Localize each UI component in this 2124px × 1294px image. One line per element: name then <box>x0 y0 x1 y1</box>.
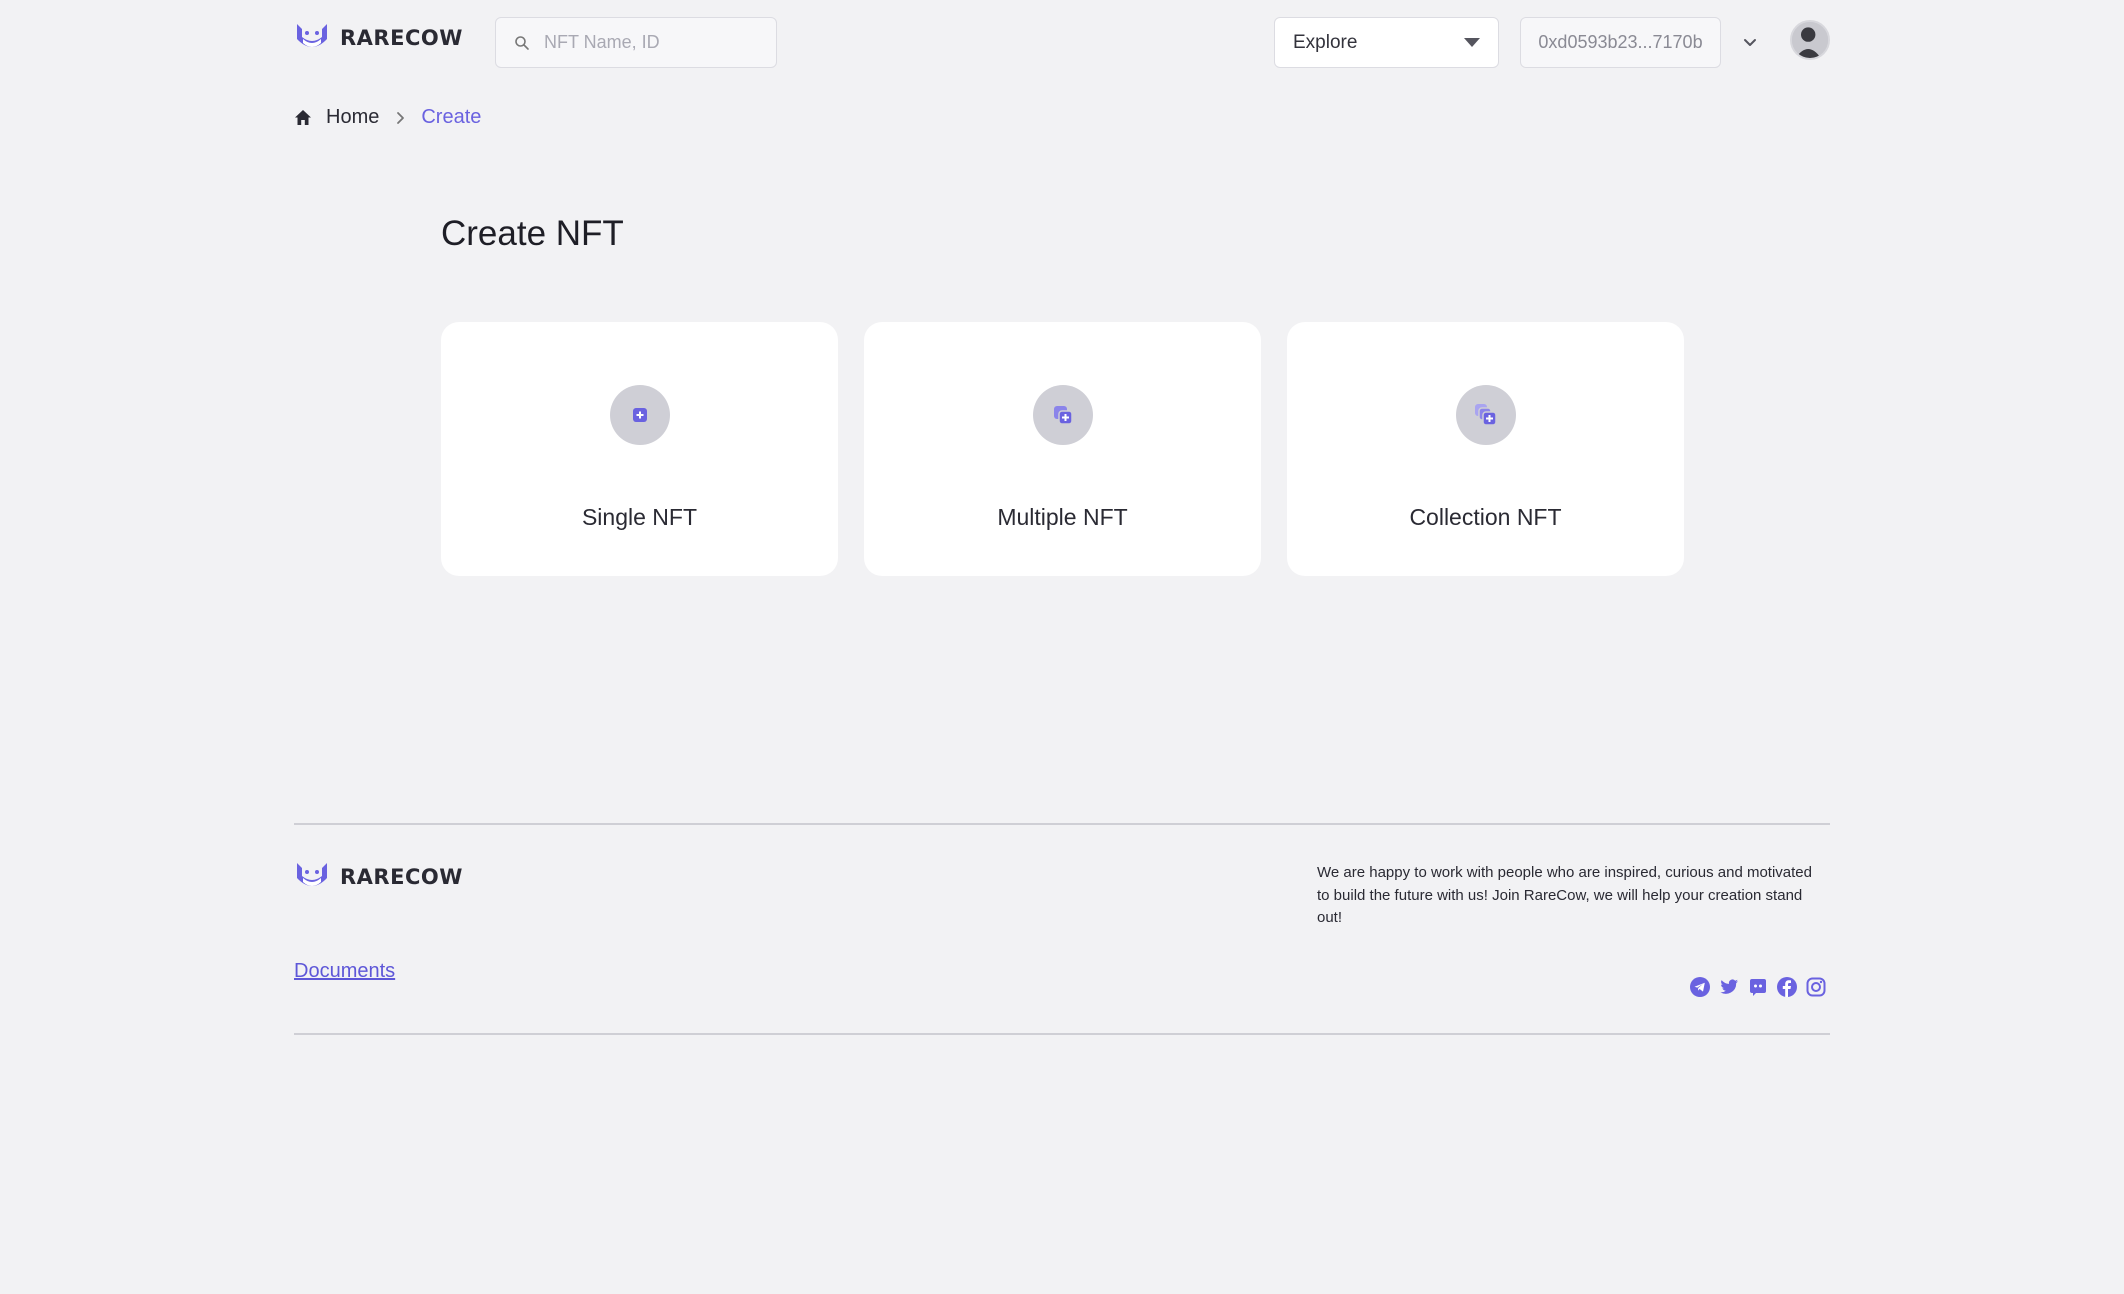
facebook-icon[interactable] <box>1776 976 1798 998</box>
footer-top-divider <box>294 823 1830 825</box>
social-links <box>1689 976 1827 998</box>
add-square-icon <box>632 408 647 422</box>
brand-name: RARECOW <box>340 26 463 50</box>
card-icon-circle <box>609 385 670 445</box>
card-icon-circle <box>1032 385 1093 445</box>
card-label: Collection NFT <box>1409 504 1562 530</box>
add-copy-icon <box>1053 406 1073 425</box>
page: RARECOW Explore 0xd0593b23...7170b <box>0 0 2124 1294</box>
page-title: Create NFT <box>441 214 624 253</box>
explore-dropdown[interactable]: Explore <box>1274 17 1499 68</box>
multiple-nft-card[interactable]: Multiple NFT <box>864 322 1261 576</box>
instagram-icon[interactable] <box>1805 976 1827 998</box>
card-icon-circle <box>1455 385 1516 445</box>
search-input[interactable] <box>544 32 744 53</box>
search-icon <box>515 35 529 50</box>
breadcrumb-home-link[interactable]: Home <box>326 106 379 129</box>
top-header: RARECOW Explore 0xd0593b23...7170b <box>294 17 1830 69</box>
explore-label: Explore <box>1293 31 1358 53</box>
rarecow-logo-icon <box>297 24 327 47</box>
search-box[interactable] <box>495 17 777 68</box>
card-label: Single NFT <box>581 504 698 530</box>
wallet-address-button[interactable]: 0xd0593b23...7170b <box>1520 17 1721 68</box>
avatar[interactable] <box>1790 20 1830 60</box>
documents-link[interactable]: Documents <box>294 960 395 983</box>
twitter-icon[interactable] <box>1718 976 1740 998</box>
chevron-right-icon <box>397 111 405 124</box>
footer-brand-logo[interactable]: RARECOW <box>294 860 463 894</box>
telegram-icon[interactable] <box>1689 976 1711 998</box>
single-nft-card[interactable]: Single NFT <box>441 322 838 576</box>
breadcrumb-current: Create <box>421 106 482 128</box>
chevron-down-icon[interactable] <box>1741 34 1759 52</box>
wallet-address: 0xd0593b23...7170b <box>1538 32 1703 52</box>
caret-down-icon <box>1464 38 1480 47</box>
breadcrumb: Home Create <box>294 106 481 129</box>
footer-brand-name: RARECOW <box>340 865 463 889</box>
brand-logo[interactable]: RARECOW <box>294 21 463 55</box>
rarecow-logo-icon <box>297 863 327 886</box>
add-collection-icon <box>1474 404 1497 426</box>
footer-tagline: We are happy to work with people who are… <box>1317 864 1812 926</box>
user-silhouette-icon <box>1792 22 1828 58</box>
home-icon[interactable] <box>294 109 312 127</box>
discord-icon[interactable] <box>1747 976 1769 998</box>
footer-bottom-divider <box>294 1033 1830 1035</box>
collection-nft-card[interactable]: Collection NFT <box>1287 322 1684 576</box>
create-options: Single NFT Multiple NFT Collection NFT <box>441 322 1684 576</box>
card-label: Multiple NFT <box>997 504 1128 530</box>
